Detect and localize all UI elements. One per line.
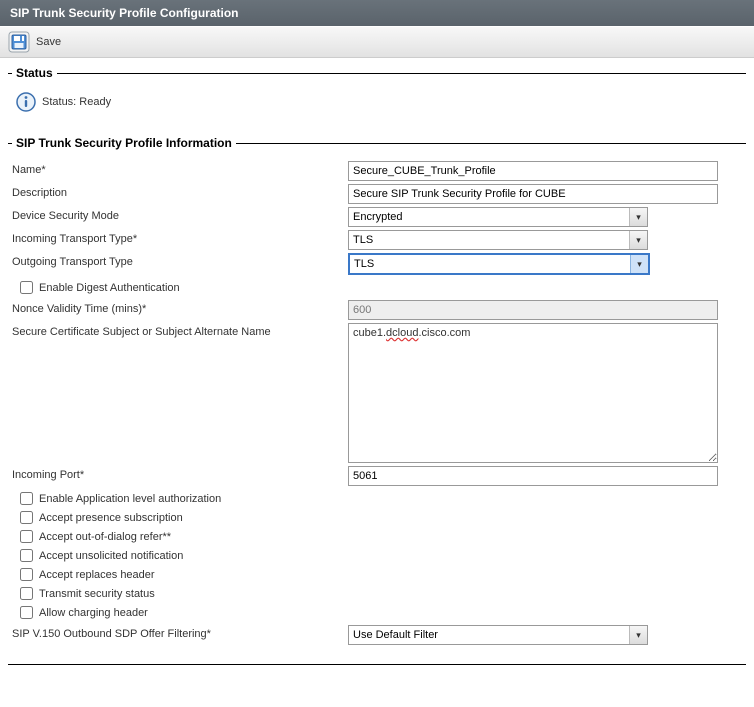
label-incoming-transport: Incoming Transport Type: [12, 233, 137, 245]
status-legend: Status: [12, 66, 57, 80]
label-enable-app-auth: Enable Application level authorization: [39, 493, 221, 505]
label-device-security-mode: Device Security Mode: [12, 210, 119, 222]
status-group: Status Status: Ready: [8, 66, 746, 124]
description-input[interactable]: [348, 184, 718, 204]
incoming-port-input[interactable]: [348, 466, 718, 486]
sdp-filter-select[interactable]: Use Default Filter: [348, 625, 648, 645]
toolbar: Save: [0, 26, 754, 58]
device-security-mode-select[interactable]: Encrypted: [348, 207, 648, 227]
accept-refer-checkbox[interactable]: [20, 530, 33, 543]
label-accept-refer: Accept out-of-dialog refer: [39, 531, 171, 543]
outgoing-transport-select[interactable]: TLS: [348, 253, 650, 275]
label-enable-digest: Enable Digest Authentication: [39, 282, 180, 294]
nonce-input: [348, 300, 718, 320]
allow-charging-checkbox[interactable]: [20, 606, 33, 619]
cert-subject-textarea[interactable]: cube1.dcloud.cisco.com: [348, 323, 718, 463]
status-text: Status: Ready: [42, 96, 111, 108]
label-outgoing-transport: Outgoing Transport Type: [12, 256, 133, 268]
enable-digest-checkbox[interactable]: [20, 281, 33, 294]
save-icon[interactable]: [8, 31, 30, 53]
name-input[interactable]: [348, 161, 718, 181]
save-button[interactable]: Save: [36, 36, 61, 48]
info-legend: SIP Trunk Security Profile Information: [12, 136, 236, 150]
title-bar: SIP Trunk Security Profile Configuration: [0, 0, 754, 26]
divider: [8, 664, 746, 665]
enable-app-auth-checkbox[interactable]: [20, 492, 33, 505]
label-description: Description: [12, 187, 67, 199]
accept-replaces-checkbox[interactable]: [20, 568, 33, 581]
label-accept-presence: Accept presence subscription: [39, 512, 183, 524]
accept-presence-checkbox[interactable]: [20, 511, 33, 524]
label-transmit-security: Transmit security status: [39, 588, 155, 600]
label-name: Name: [12, 164, 46, 176]
label-allow-charging: Allow charging header: [39, 607, 148, 619]
label-incoming-port: Incoming Port: [12, 469, 84, 481]
label-nonce: Nonce Validity Time (mins): [12, 303, 146, 315]
label-sdp-filter: SIP V.150 Outbound SDP Offer Filtering: [12, 628, 211, 640]
transmit-security-checkbox[interactable]: [20, 587, 33, 600]
incoming-transport-select[interactable]: TLS: [348, 230, 648, 250]
label-cert-subject: Secure Certificate Subject or Subject Al…: [12, 326, 271, 338]
info-icon: [16, 92, 36, 112]
label-accept-replaces: Accept replaces header: [39, 569, 155, 581]
label-accept-unsolicited: Accept unsolicited notification: [39, 550, 183, 562]
info-group: SIP Trunk Security Profile Information N…: [8, 136, 746, 652]
accept-unsolicited-checkbox[interactable]: [20, 549, 33, 562]
